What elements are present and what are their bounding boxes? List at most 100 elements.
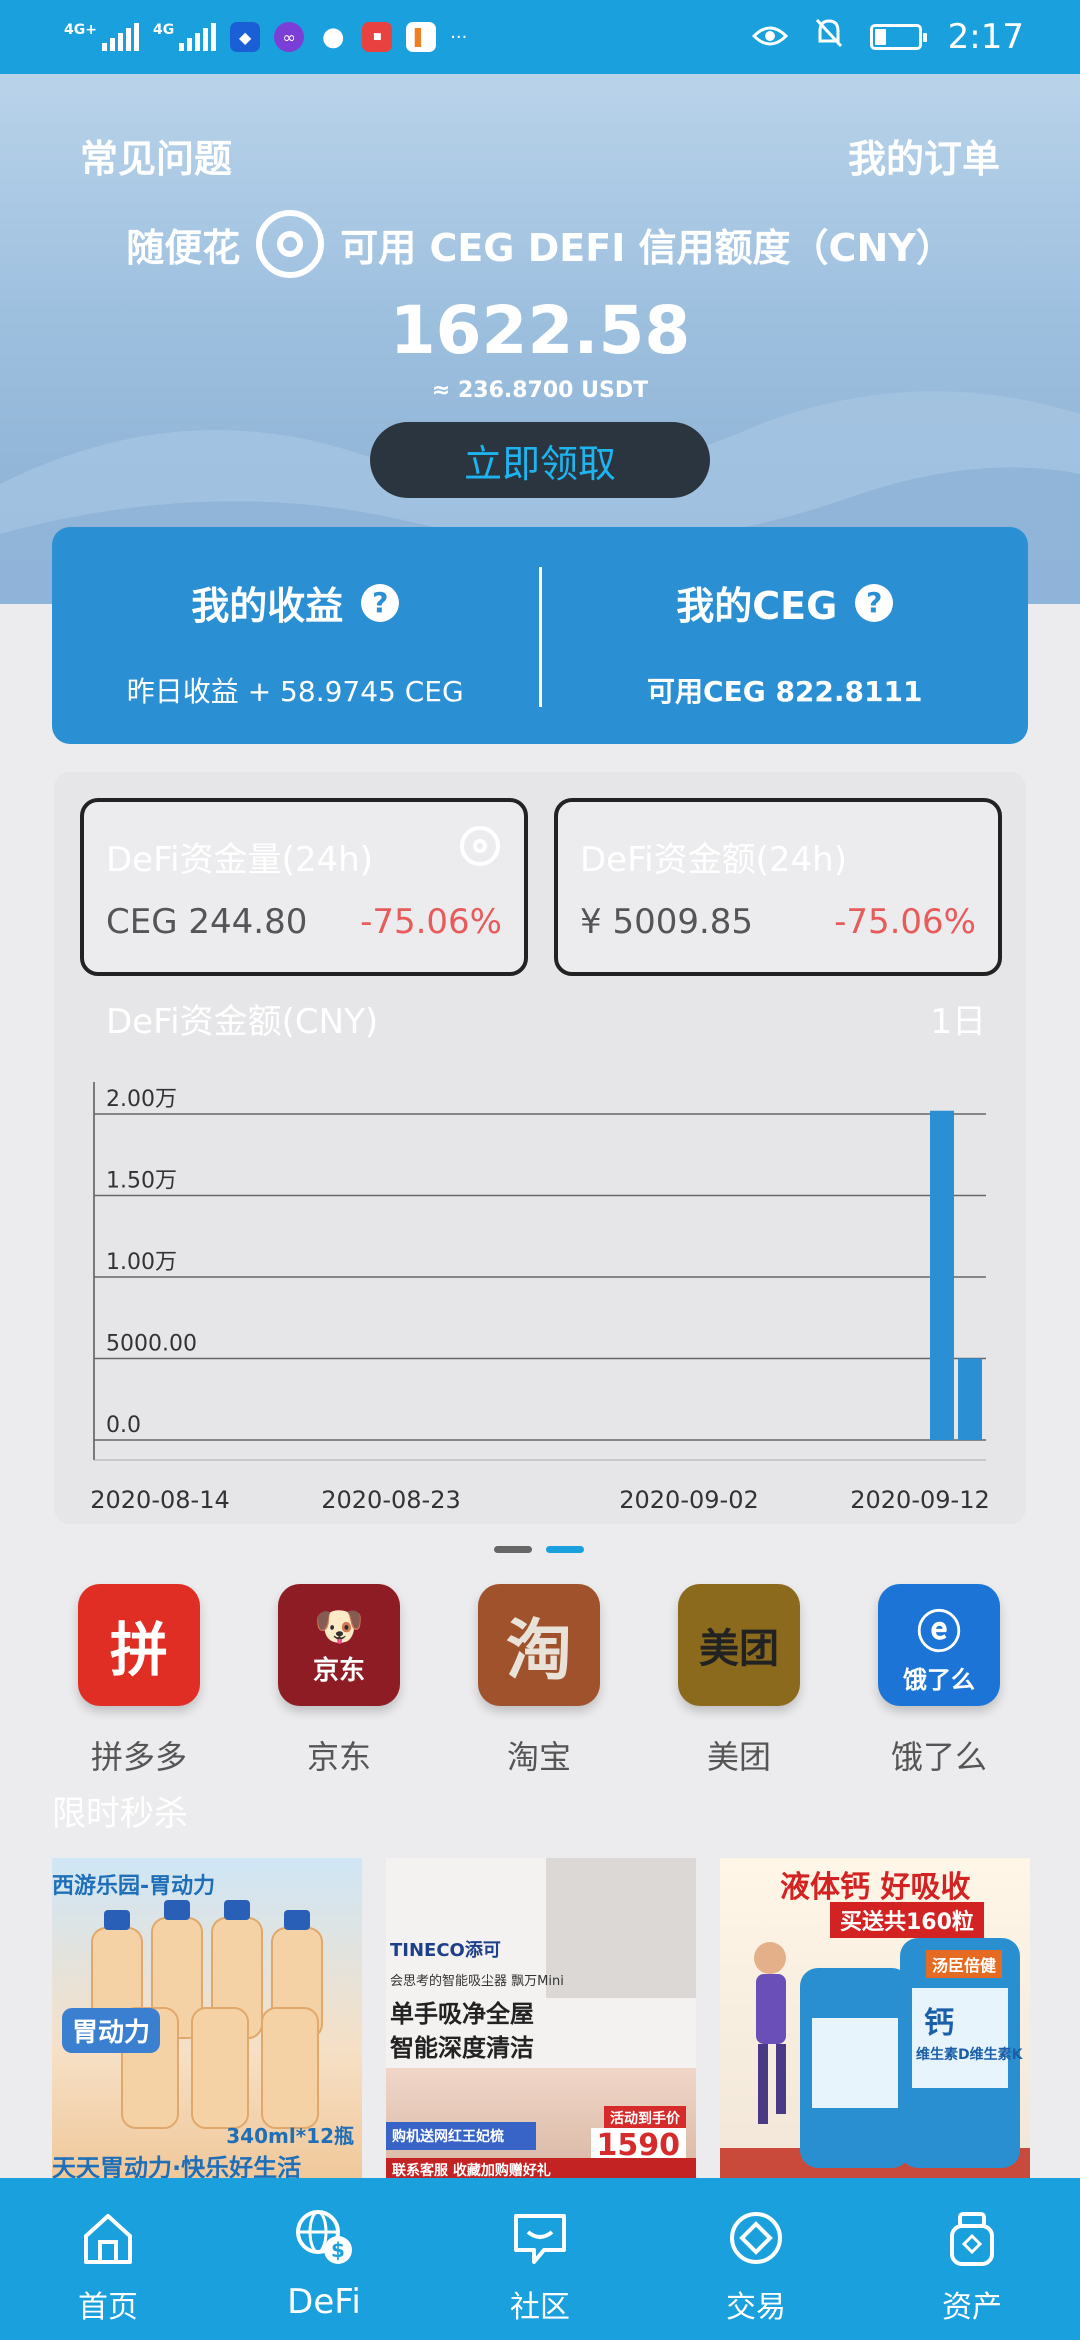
clock: 2:17 <box>947 17 1024 57</box>
shortcut-eleme[interactable]: ⓔ 饿了么 饿了么 <box>874 1584 1004 1778</box>
bottom-nav: 首页 $ DeFi 社区 交易 资产 <box>0 2178 1080 2340</box>
product-1-bottom: 天天胃动力·快乐好生活 <box>52 2154 302 2178</box>
shortcut-taobao[interactable]: 淘 淘宝 <box>474 1584 604 1778</box>
nav-community-label: 社区 <box>510 2290 570 2325</box>
product-3-label: 钙 <box>924 2006 954 2041</box>
chart-x-tick-label: 2020-08-23 <box>321 1486 460 1514</box>
my-orders-link[interactable]: 我的订单 <box>848 128 1000 183</box>
ceg-title: 我的CEG <box>676 584 838 628</box>
product-card-1[interactable]: 西游乐园-胃动力 胃动力 340ml*12瓶 天天胃动力·快乐好生活 <box>52 1858 362 2178</box>
chart-x-tick-label: 2020-09-12 <box>850 1486 989 1514</box>
credit-amount: 1622.58 <box>389 292 691 369</box>
product-1-mid: 胃动力 <box>62 2008 161 2053</box>
globe-dollar-icon: $ <box>292 2206 356 2270</box>
nav-defi[interactable]: $ DeFi <box>216 2178 432 2340</box>
page-dot-1 <box>494 1546 532 1553</box>
shortcut-jd[interactable]: 🐶 京东 京东 <box>274 1584 404 1778</box>
defi-amount-chart: 2.00万 1.50万 1.00万 5000.00 0.0 2020-08-14 2020-… <box>90 1082 990 1514</box>
page-indicator <box>494 1546 584 1553</box>
shortcut-label: 饿了么 <box>890 1738 987 1776</box>
signal-2-icon: 4G <box>153 23 217 51</box>
ceg-logo-icon <box>256 210 325 278</box>
taobao-icon: 淘 <box>478 1584 600 1706</box>
signal-1-label: 4G+ <box>64 22 97 38</box>
my-income-section[interactable]: 我的收益 ? 昨日收益 + 58.9745 CEG <box>52 527 539 744</box>
product-2-headline-2: 智能深度清洁 <box>390 2034 534 2062</box>
nav-assets[interactable]: 资产 <box>864 2178 1080 2340</box>
jd-icon: 🐶 京东 <box>278 1584 400 1706</box>
product-2-brand: TINECO添可 <box>390 1940 501 1961</box>
chart-x-tick-label: 2020-09-02 <box>619 1486 758 1514</box>
more-notifications-icon: ··· <box>450 26 468 48</box>
earnings-card: 我的收益 ? 昨日收益 + 58.9745 CEG 我的CEG ? 可用CEG … <box>52 527 1028 744</box>
income-title: 我的收益 <box>191 584 344 628</box>
huawei-app-icon: ■ <box>362 22 393 52</box>
chart-y-tick-label: 5000.00 <box>106 1332 197 1357</box>
product-1-count: 340ml*12瓶 <box>226 2124 354 2148</box>
ceg-help-icon[interactable]: ? <box>855 583 894 622</box>
shortcut-pinduoduo[interactable]: 拼 拼多多 <box>74 1584 204 1778</box>
product-2-photo <box>546 1858 696 1998</box>
my-ceg-section[interactable]: 我的CEG ? 可用CEG 822.8111 <box>542 527 1029 744</box>
income-title-row: 我的收益 ? <box>191 575 400 630</box>
product-2-footer: 联系客服 收藏加购赠好礼 <box>386 2158 696 2178</box>
shortcut-meituan[interactable]: 美团 美团 <box>674 1584 804 1778</box>
chart-x-tick-label: 2020-08-14 <box>90 1486 229 1514</box>
chart-y-tick-label: 1.00万 <box>106 1250 177 1275</box>
chart-y-tick-label: 0.0 <box>106 1413 141 1438</box>
credit-label: 可用 CEG DEFI 信用额度（CNY） <box>340 225 954 270</box>
runner-and-bottles-image <box>720 1938 1030 2178</box>
nav-assets-label: 资产 <box>942 2290 1002 2325</box>
product-3-brand: 汤臣倍健 <box>926 1950 1003 1978</box>
mute-bell-icon <box>814 17 844 58</box>
status-right: 2:17 <box>751 17 1024 58</box>
product-2-line1: 会思考的智能吸尘器 飘万Mini <box>390 1974 564 1989</box>
ceg-title-row: 我的CEG ? <box>676 575 894 630</box>
defi-panel: DeFi资金量(24h) CEG 244.80 -75.06% DeFi资金额(… <box>54 772 1026 1524</box>
wechat-icon: ● <box>321 22 345 52</box>
pinduoduo-icon: 拼 <box>78 1584 200 1706</box>
wallet-bag-icon <box>940 2206 1004 2270</box>
eye-icon <box>751 17 788 57</box>
chart-bar <box>930 1110 954 1440</box>
page-dot-2 <box>546 1546 584 1553</box>
product-2-price-label: 活动到手价 <box>604 2106 686 2130</box>
brand-label: 随便花 <box>126 225 241 270</box>
eleme-icon: ⓔ 饿了么 <box>878 1584 1000 1706</box>
nav-trade[interactable]: 交易 <box>648 2178 864 2340</box>
shortcut-label: 淘宝 <box>506 1738 571 1776</box>
flash-sale-title: 限时秒杀 <box>52 1794 188 1834</box>
income-yesterday: 昨日收益 + 58.9745 CEG <box>126 675 464 708</box>
shield-app-icon: ◆ <box>230 22 261 52</box>
credit-hero: 常见问题 我的订单 随便花 可用 CEG DEFI 信用额度（CNY） 1622… <box>0 74 1080 604</box>
faq-link[interactable]: 常见问题 <box>80 128 232 183</box>
nav-defi-label: DeFi <box>287 2282 361 2322</box>
chart-y-tick-label: 2.00万 <box>106 1087 177 1112</box>
link-app-icon: ∞ <box>274 22 305 52</box>
product-card-2[interactable]: TINECO添可 会思考的智能吸尘器 飘万Mini 单手吸净全屋 智能深度清洁 … <box>386 1858 696 2178</box>
ceg-available: 可用CEG 822.8111 <box>647 675 923 708</box>
signal-1-icon: 4G+ <box>64 23 139 51</box>
status-left: 4G+ 4G ◆ ∞ ● ■ ▌ ··· <box>64 22 467 52</box>
chart-bar <box>958 1358 982 1440</box>
product-2-promo: 购机送网红王妃梳 <box>386 2122 536 2150</box>
chart-y-tick-label: 1.50万 <box>106 1169 177 1194</box>
meituan-icon: 美团 <box>678 1584 800 1706</box>
svg-text:$: $ <box>331 2238 345 2262</box>
status-bar: 4G+ 4G ◆ ∞ ● ■ ▌ ··· 2:17 <box>0 0 1080 74</box>
shortcut-label: 美团 <box>706 1738 771 1776</box>
nav-trade-label: 交易 <box>726 2290 786 2325</box>
notes-app-icon: ▌ <box>406 22 437 52</box>
home-icon <box>76 2206 140 2270</box>
income-help-icon[interactable]: ? <box>361 583 400 622</box>
nav-home-label: 首页 <box>78 2290 138 2325</box>
claim-button[interactable]: 立即领取 <box>370 422 710 498</box>
nav-community[interactable]: 社区 <box>432 2178 648 2340</box>
nav-home[interactable]: 首页 <box>0 2178 216 2340</box>
chat-icon <box>508 2206 572 2270</box>
battery-icon <box>869 24 927 50</box>
product-card-3[interactable]: 液体钙 好吸收 买送共160粒 汤臣倍健 钙 维生素D维生素K <box>720 1858 1030 2178</box>
credit-line: 随便花 可用 CEG DEFI 信用额度（CNY） <box>0 210 1080 278</box>
trade-icon <box>724 2206 788 2270</box>
product-3-desc: 维生素D维生素K <box>916 2047 1023 2063</box>
